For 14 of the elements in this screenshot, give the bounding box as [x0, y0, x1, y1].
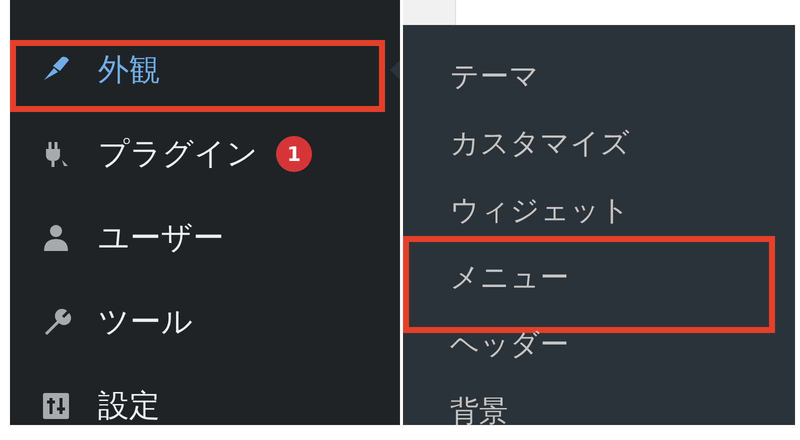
menu-item[interactable]: ユーザー: [98, 217, 224, 259]
toolbar-strip: [403, 0, 456, 25]
count-badge: 1: [276, 136, 312, 172]
submenu-item[interactable]: カスタマイズ: [450, 124, 630, 164]
submenu-item[interactable]: 背景: [450, 392, 508, 425]
submenu-item[interactable]: ヘッダー: [450, 324, 569, 364]
submenu-item[interactable]: テーマ: [450, 56, 539, 96]
menu-item[interactable]: ツール: [98, 301, 193, 343]
menu-item[interactable]: 設定: [98, 385, 160, 425]
submenu-item[interactable]: ウィジェット: [450, 190, 630, 230]
menu-item[interactable]: 外観: [98, 49, 160, 91]
settings-icon: [40, 390, 72, 422]
menu-item[interactable]: プラグイン: [98, 133, 258, 175]
submenu-item[interactable]: メニュー: [450, 258, 569, 298]
